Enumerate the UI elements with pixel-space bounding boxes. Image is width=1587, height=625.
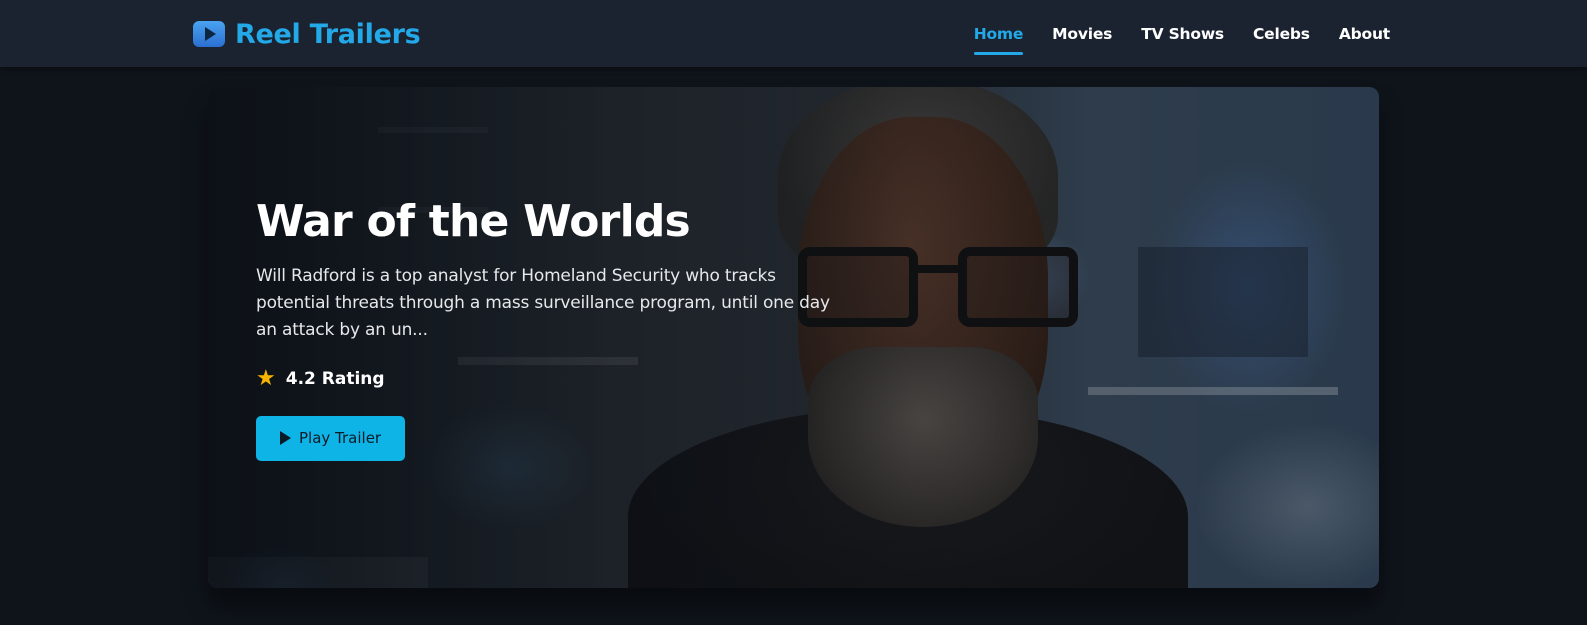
nav-about[interactable]: About bbox=[1339, 19, 1390, 49]
brand-logo[interactable]: Reel Trailers bbox=[193, 17, 421, 51]
movie-description: Will Radford is a top analyst for Homela… bbox=[256, 265, 830, 340]
nav-movies[interactable]: Movies bbox=[1052, 19, 1112, 49]
nav-home[interactable]: Home bbox=[973, 19, 1024, 55]
play-trailer-button[interactable]: Play Trailer bbox=[256, 415, 406, 461]
nav-celebs[interactable]: Celebs bbox=[1253, 19, 1310, 49]
site-header: Reel Trailers Home Movies TV Shows Celeb… bbox=[0, 0, 1587, 67]
brand-name: Reel Trailers bbox=[235, 18, 421, 50]
movie-rating: ★ 4.2 Rating bbox=[256, 365, 856, 391]
play-icon bbox=[193, 21, 225, 47]
movie-title: War of the Worlds bbox=[256, 196, 691, 247]
play-trailer-label: Play Trailer bbox=[299, 429, 382, 448]
play-icon bbox=[280, 431, 291, 446]
hero-banner: War of the Worlds Will Radford is a top … bbox=[208, 87, 1379, 588]
main-nav: Home Movies TV Shows Celebs About bbox=[945, 0, 1390, 67]
rating-text: 4.2 Rating bbox=[285, 368, 385, 389]
star-icon: ★ bbox=[256, 365, 276, 391]
hero-content: War of the Worlds Will Radford is a top … bbox=[256, 196, 856, 461]
nav-tv-shows[interactable]: TV Shows bbox=[1141, 19, 1224, 49]
